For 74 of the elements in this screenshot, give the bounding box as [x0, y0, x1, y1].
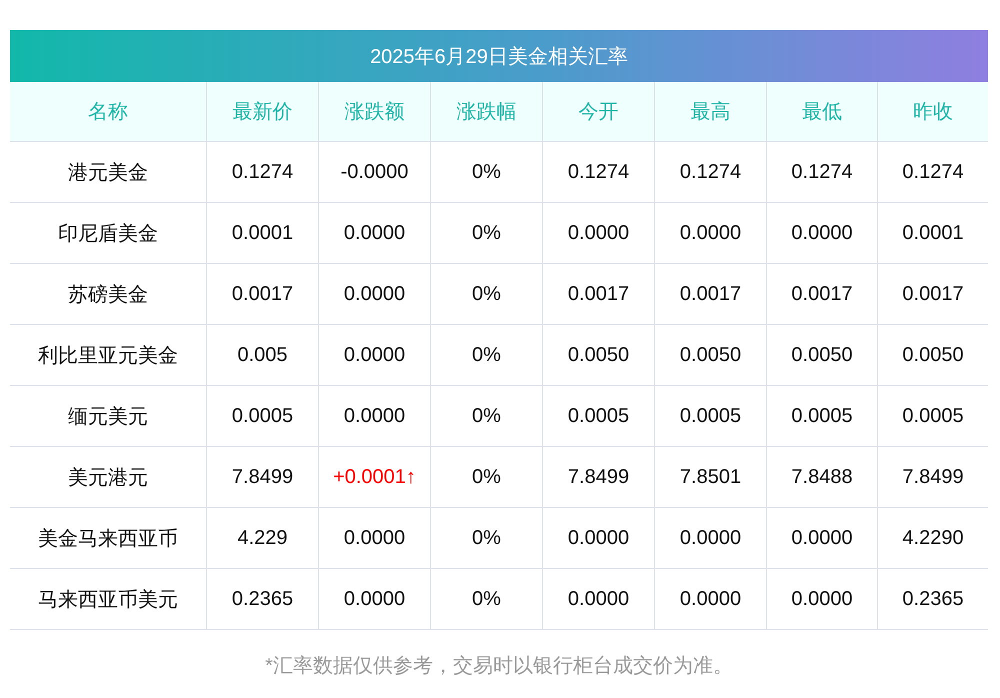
- table-cell: 0.0005: [542, 386, 654, 447]
- table-cell: 0.0005: [206, 386, 318, 447]
- table-cell: 0%: [430, 569, 542, 630]
- table-cell: 0.0005: [877, 386, 988, 447]
- table-title: 2025年6月29日美金相关汇率: [10, 30, 988, 82]
- table-cell: 0.0000: [542, 508, 654, 569]
- table-cell: 利比里亚元美金: [10, 325, 206, 386]
- column-header: 涨跌幅: [430, 82, 542, 142]
- table-cell: 0.1274: [766, 142, 877, 203]
- table-cell: 0.005: [206, 325, 318, 386]
- table-cell: 0.0017: [542, 264, 654, 325]
- table-cell: 4.2290: [877, 508, 988, 569]
- table-cell: 0%: [430, 325, 542, 386]
- table-cell: 0%: [430, 264, 542, 325]
- table-cell: 0.2365: [206, 569, 318, 630]
- table-cell: 7.8499: [206, 447, 318, 508]
- table-cell: 0.0005: [654, 386, 766, 447]
- table-cell: 0.0000: [318, 569, 430, 630]
- table-cell: 马来西亚币美元: [10, 569, 206, 630]
- table-cell: 0.0050: [654, 325, 766, 386]
- footnote: *汇率数据仅供参考，交易时以银行柜台成交价为准。: [264, 654, 734, 679]
- table-cell: 0.0000: [318, 386, 430, 447]
- table-cell: 7.8499: [542, 447, 654, 508]
- table-cell: 0.0000: [542, 203, 654, 264]
- table-cell: 缅元美元: [10, 386, 206, 447]
- table-cell: -0.0000: [318, 142, 430, 203]
- table-cell: 苏磅美金: [10, 264, 206, 325]
- table-cell: 0.0000: [542, 569, 654, 630]
- table-cell: 7.8499: [877, 447, 988, 508]
- table-cell: 0.1274: [206, 142, 318, 203]
- table-cell: 0.0050: [877, 325, 988, 386]
- table-cell: 7.8488: [766, 447, 877, 508]
- table-cell: 7.8501: [654, 447, 766, 508]
- table-cell: 0.1274: [877, 142, 988, 203]
- column-header: 涨跌额: [318, 82, 430, 142]
- table-cell: 0.0017: [654, 264, 766, 325]
- table-cell: 0.0000: [654, 203, 766, 264]
- table-cell: 0%: [430, 508, 542, 569]
- table-cell: 印尼盾美金: [10, 203, 206, 264]
- table-cell: 0%: [430, 447, 542, 508]
- table-cell: 美元港元: [10, 447, 206, 508]
- table-cell: 0.0000: [318, 264, 430, 325]
- table-cell: 0.0000: [766, 508, 877, 569]
- column-header: 名称: [10, 82, 206, 142]
- column-header: 最新价: [206, 82, 318, 142]
- table-cell: 0.0017: [877, 264, 988, 325]
- table-cell: 0.0000: [766, 203, 877, 264]
- column-header: 今开: [542, 82, 654, 142]
- table-cell: 0.0000: [318, 325, 430, 386]
- column-header: 最高: [654, 82, 766, 142]
- table-cell: 0.0001: [877, 203, 988, 264]
- table-cell: 0.0050: [542, 325, 654, 386]
- table-cell: 0.1274: [654, 142, 766, 203]
- table-cell: 0%: [430, 203, 542, 264]
- table-cell: 美金马来西亚币: [10, 508, 206, 569]
- table-cell: 0.0000: [654, 508, 766, 569]
- table-cell: 0%: [430, 142, 542, 203]
- table-cell: +0.0001↑: [318, 447, 430, 508]
- table-cell: 0.0050: [766, 325, 877, 386]
- table-cell: 0.1274: [542, 142, 654, 203]
- column-header: 最低: [766, 82, 877, 142]
- table-cell: 0.0000: [766, 569, 877, 630]
- table-cell: 港元美金: [10, 142, 206, 203]
- table-cell: 0.0001: [206, 203, 318, 264]
- table-cell: 0.0017: [766, 264, 877, 325]
- table-cell: 0.0000: [318, 508, 430, 569]
- table-cell: 0%: [430, 386, 542, 447]
- table-cell: 0.0005: [766, 386, 877, 447]
- column-header: 昨收: [877, 82, 988, 142]
- table-cell: 0.0000: [654, 569, 766, 630]
- table-cell: 4.229: [206, 508, 318, 569]
- table-cell: 0.0017: [206, 264, 318, 325]
- table-cell: 0.2365: [877, 569, 988, 630]
- table-cell: 0.0000: [318, 203, 430, 264]
